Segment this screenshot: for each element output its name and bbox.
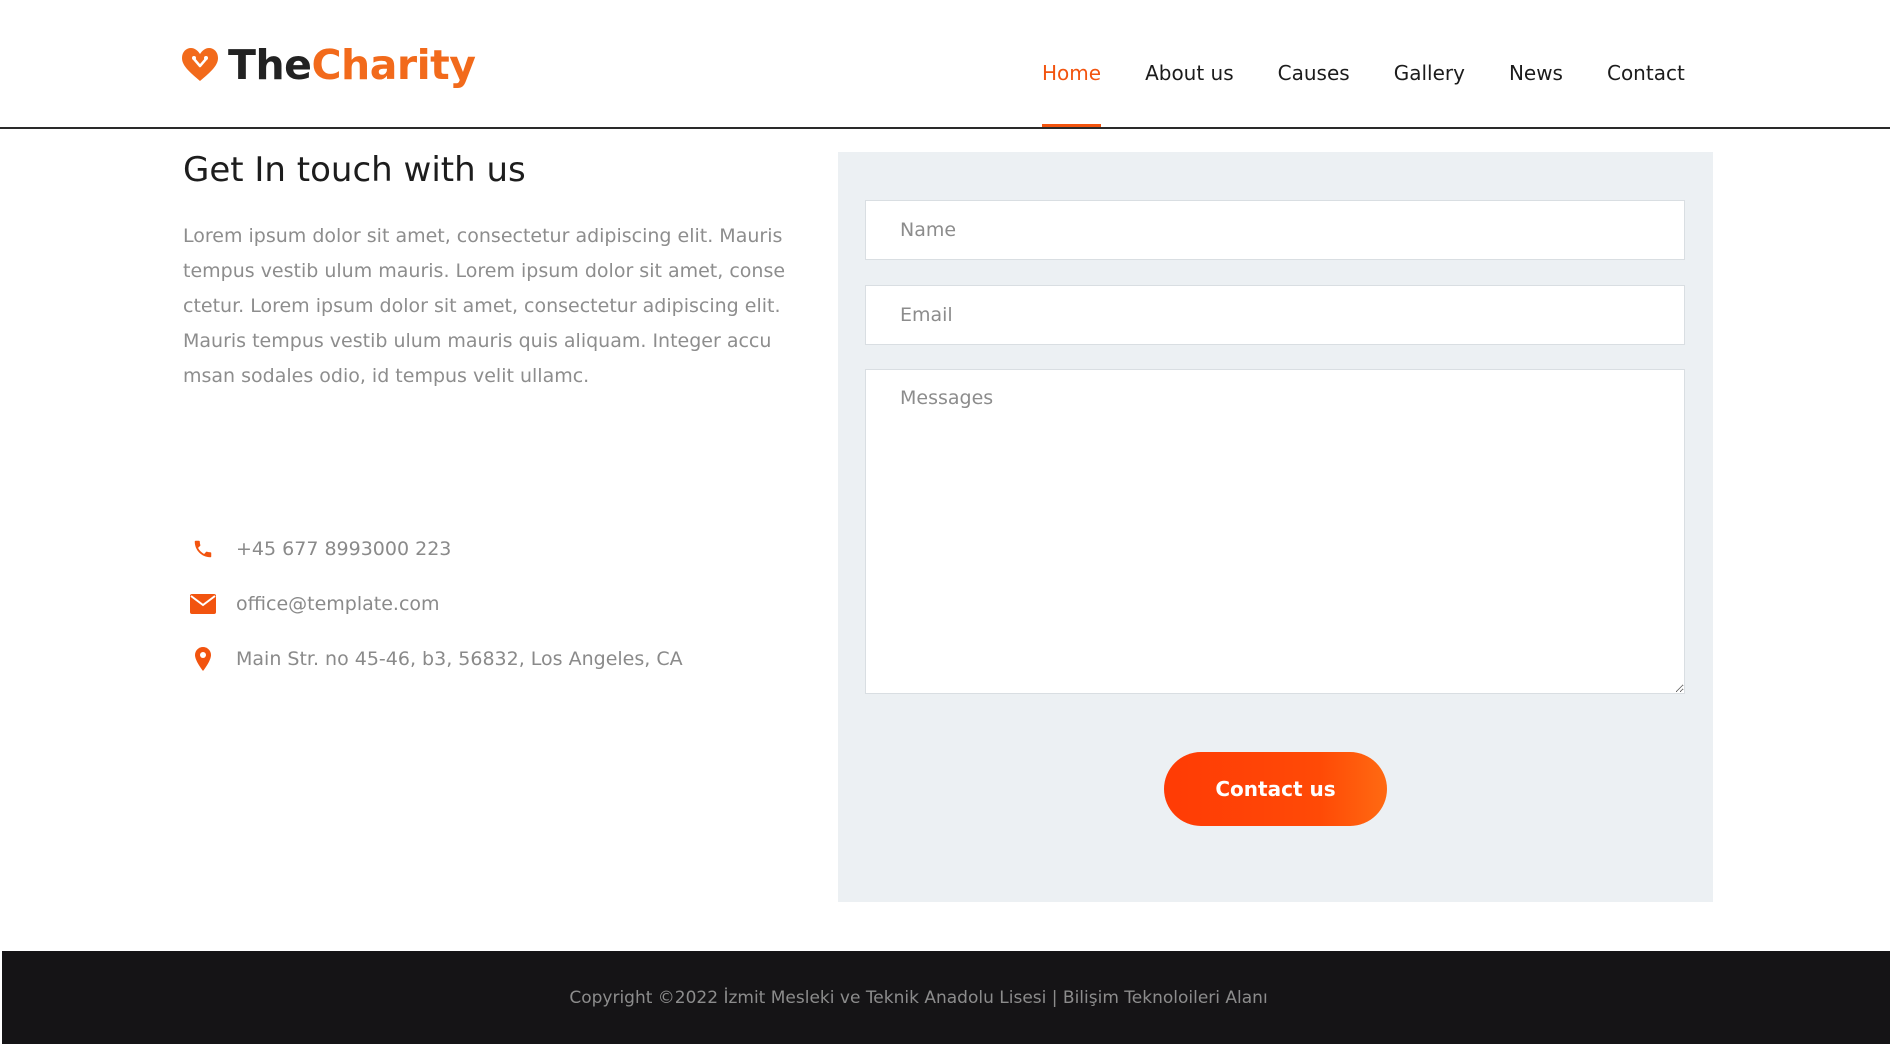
heart-hands-logo-icon — [182, 48, 218, 81]
logo-text: TheCharity — [228, 40, 476, 90]
contact-form: Contact us — [838, 152, 1713, 902]
phone-icon — [183, 531, 223, 567]
contact-phone: +45 677 8993000 223 — [183, 531, 451, 567]
contact-email-text[interactable]: office@template.com — [236, 593, 440, 615]
map-pin-icon — [183, 641, 223, 677]
footer-copyright: Copyright ©2022 İzmit Mesleki ve Teknik … — [569, 987, 1268, 1008]
logo-text-charity: Charity — [311, 41, 476, 89]
contact-us-button[interactable]: Contact us — [1164, 752, 1387, 826]
intro-paragraph: Lorem ipsum dolor sit amet, consectetur … — [183, 225, 786, 387]
nav-item-about-us[interactable]: About us — [1145, 0, 1234, 129]
nav-item-home[interactable]: Home — [1042, 0, 1102, 129]
envelope-icon — [183, 586, 223, 622]
logo-text-the: The — [228, 41, 312, 89]
page-title: Get In touch with us — [183, 150, 526, 190]
header-divider — [0, 127, 1890, 129]
site-header: TheCharity Home About us Causes Gallery … — [0, 0, 1890, 129]
site-logo[interactable]: TheCharity — [180, 40, 476, 90]
email-input[interactable] — [865, 285, 1685, 345]
contact-address: Main Str. no 45-46, b3, 56832, Los Angel… — [183, 641, 683, 677]
nav-item-news[interactable]: News — [1509, 0, 1563, 129]
message-textarea[interactable] — [865, 369, 1685, 694]
nav-item-contact[interactable]: Contact — [1607, 0, 1685, 129]
name-input[interactable] — [865, 200, 1685, 260]
main-nav: Home About us Causes Gallery News Contac… — [1042, 0, 1685, 129]
site-footer: Copyright ©2022 İzmit Mesleki ve Teknik … — [2, 951, 1890, 1044]
contact-email: office@template.com — [183, 586, 440, 622]
contact-phone-text: +45 677 8993000 223 — [236, 538, 452, 560]
contact-address-text: Main Str. no 45-46, b3, 56832, Los Angel… — [236, 648, 683, 670]
nav-item-causes[interactable]: Causes — [1278, 0, 1350, 129]
nav-item-gallery[interactable]: Gallery — [1394, 0, 1465, 129]
